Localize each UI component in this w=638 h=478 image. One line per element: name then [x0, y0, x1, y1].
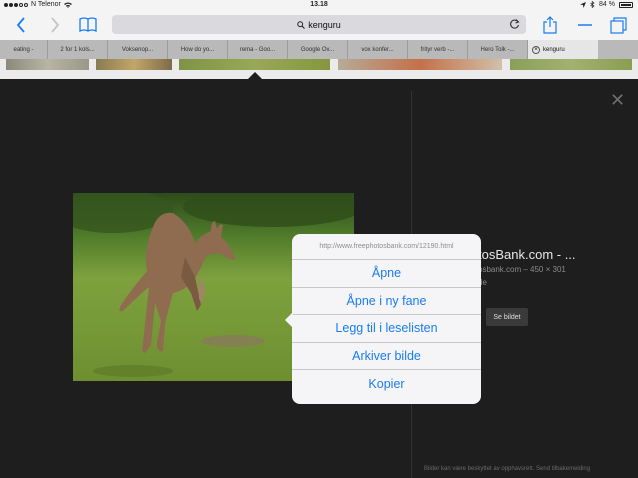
tab-item[interactable]: vox konfer... [348, 40, 408, 59]
reload-icon[interactable] [509, 18, 520, 32]
menu-item-copy[interactable]: Kopier [292, 370, 481, 398]
result-thumbnail[interactable] [179, 59, 330, 70]
tab-item-active[interactable]: × kenguru [528, 40, 598, 59]
result-thumbnail[interactable] [510, 59, 632, 70]
new-tab-button[interactable] [574, 14, 596, 36]
battery-icon [619, 1, 633, 8]
menu-item-add-reading-list[interactable]: Legg til i leselisten [292, 315, 481, 343]
copyright-footnote: Bilder kan være beskyttet av opphavsrett… [424, 466, 591, 472]
tab-item[interactable]: How do yo... [168, 40, 228, 59]
tabs-overview-button[interactable] [607, 14, 629, 36]
tab-label: Google Ov... [300, 46, 335, 53]
result-thumbnail[interactable] [96, 59, 172, 70]
browser-toolbar: kenguru [0, 11, 638, 40]
search-icon [297, 20, 306, 29]
location-icon [580, 1, 587, 8]
plus-icon [578, 24, 592, 26]
tab-item[interactable]: frityr verb -... [408, 40, 468, 59]
see-image-button[interactable]: Se bildet [486, 308, 528, 326]
selected-thumbnail-pointer [248, 72, 262, 79]
forward-button[interactable] [44, 14, 66, 36]
address-text: kenguru [308, 19, 341, 30]
chevron-right-icon [51, 17, 60, 33]
result-thumbnail[interactable] [338, 59, 502, 70]
menu-item-save-image[interactable]: Arkiver bilde [292, 343, 481, 370]
tab-item[interactable]: rema - Goo... [228, 40, 288, 59]
image-results-strip [0, 59, 638, 79]
tab-label: 2 for 1 kols... [60, 46, 95, 53]
menu-item-open-new-tab[interactable]: Åpne i ny fane [292, 288, 481, 315]
popover-arrow [285, 312, 293, 328]
image-source[interactable]: osbank.com – 450 × 301 [478, 265, 566, 274]
tab-bar: eating - 2 for 1 kols... Voksenop... How… [0, 40, 638, 59]
bluetooth-icon [590, 1, 595, 8]
tab-label: Voksenop... [121, 46, 154, 53]
close-icon[interactable]: ✕ [610, 91, 625, 109]
chevron-left-icon [16, 17, 25, 33]
tab-label: vox konfer... [361, 46, 394, 53]
tab-item[interactable]: Voksenop... [108, 40, 168, 59]
tab-label: kenguru [543, 46, 565, 53]
close-tab-icon[interactable]: × [532, 45, 540, 54]
tab-item[interactable]: Hero Tolk -... [468, 40, 528, 59]
image-title: tosBank.com - ... [478, 247, 576, 262]
battery-percent: 84 % [599, 1, 615, 8]
popover-url: http://www.freephotosbank.com/12190.html [292, 234, 481, 260]
context-menu-popover: http://www.freephotosbank.com/12190.html… [285, 234, 481, 404]
tabs-icon [609, 16, 627, 34]
tab-item[interactable]: eating - [0, 40, 48, 59]
status-time: 13.18 [310, 1, 328, 8]
tab-label: Hero Tolk -... [480, 46, 515, 53]
status-right: 84 % [580, 1, 633, 8]
book-icon [79, 17, 97, 33]
tab-item[interactable]: Google Ov... [288, 40, 348, 59]
bookmarks-button[interactable] [77, 14, 99, 36]
back-button[interactable] [10, 14, 32, 36]
tab-label: frityr verb -... [420, 46, 455, 53]
menu-item-open[interactable]: Åpne [292, 260, 481, 288]
address-bar[interactable]: kenguru [112, 15, 526, 34]
result-thumbnail[interactable] [6, 59, 89, 70]
tab-item[interactable]: 2 for 1 kols... [48, 40, 108, 59]
tab-label: How do yo... [180, 46, 215, 53]
tab-label: eating - [13, 46, 34, 53]
share-icon [543, 16, 557, 34]
share-button[interactable] [539, 14, 561, 36]
status-bar: N Telenor 13.18 84 % [0, 0, 638, 11]
tab-label: rema - Goo... [239, 46, 276, 53]
